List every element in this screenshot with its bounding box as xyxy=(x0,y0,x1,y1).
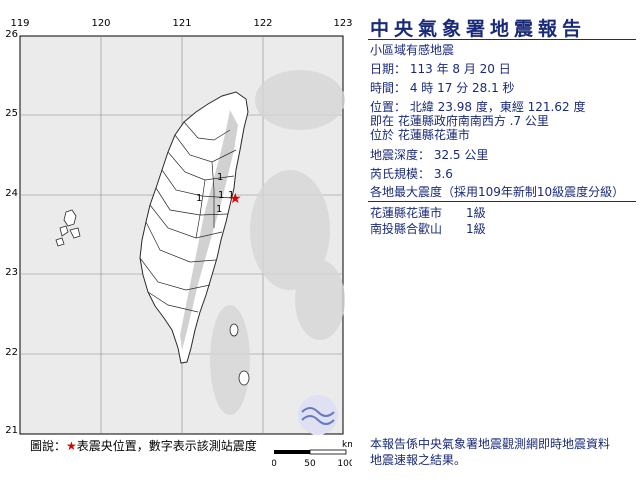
depth-label: 地震深度： xyxy=(370,148,431,162)
station-name: 南投縣合歡山 xyxy=(370,222,443,236)
magnitude-row: 芮氏規模： 3.6 xyxy=(370,165,453,182)
report-footer: 本報告係中央氣象署地震觀測網即時地震資料 地震速報之結果。 xyxy=(370,436,610,468)
station-level: 1級 xyxy=(466,222,486,236)
time-label: 時間： xyxy=(370,81,407,95)
legend-star-icon: ★ xyxy=(66,439,77,453)
intensity-marker: 1 xyxy=(216,204,222,215)
scale-tick: 50 xyxy=(304,459,316,468)
date-row: 日期： 113 年 8 月 20 日 xyxy=(370,60,511,77)
lon-tick-label: 122 xyxy=(253,18,273,29)
lon-tick-label: 123 xyxy=(333,18,353,29)
scale-bar: km 0 50 100 xyxy=(272,440,352,468)
divider xyxy=(368,39,636,40)
station-name: 花蓮縣花蓮市 xyxy=(370,206,443,220)
legend-prefix: 圖說： xyxy=(30,439,67,453)
intensity-heading: 各地最大震度（採用109年新制10級震度分級） xyxy=(370,185,625,199)
report-subtitle: 小區域有感地震 xyxy=(370,43,455,57)
scale-tick: 0 xyxy=(272,459,277,468)
lon-tick-label: 119 xyxy=(10,18,30,29)
depth-row: 地震深度： 32.5 公里 xyxy=(370,146,488,163)
lat-tick-label: 24 xyxy=(5,188,18,199)
depth-value: 32.5 公里 xyxy=(433,148,489,162)
report-title: 中央氣象署地震報告 xyxy=(370,18,587,40)
intensity-marker: 1 xyxy=(218,190,224,201)
legend-text: 表震央位置，數字表示該測站震度 xyxy=(76,439,257,453)
footer-line: 本報告係中央氣象署地震觀測網即時地震資料 xyxy=(370,437,611,451)
map-legend: 圖說：★表震央位置，數字表示該測站震度 xyxy=(30,437,257,454)
station-row: 花蓮縣花蓮市 1級 xyxy=(370,204,486,221)
footer-line: 地震速報之結果。 xyxy=(370,453,467,467)
lat-tick-label: 21 xyxy=(5,425,18,436)
intensity-marker: 1 xyxy=(217,172,223,183)
scale-tick: 100 xyxy=(337,459,352,468)
magnitude-label: 芮氏規模： xyxy=(370,167,431,181)
lat-tick-label: 26 xyxy=(5,29,18,40)
lat-tick-label: 25 xyxy=(5,108,18,119)
cwa-logo-watermark xyxy=(298,395,338,435)
magnitude-value: 3.6 xyxy=(433,167,453,181)
map-canvas: 1 1 1 1 1 ★ xyxy=(19,35,345,435)
date-label: 日期： xyxy=(370,62,407,76)
report-panel: 中央氣象署地震報告 小區域有感地震 日期： 113 年 8 月 20 日 時間：… xyxy=(368,0,640,480)
time-value: 4 時 17 分 28.1 秒 xyxy=(409,81,515,95)
intensity-marker: 1 xyxy=(196,193,202,204)
epicenter-star-icon: ★ xyxy=(229,191,242,207)
date-value: 113 年 8 月 20 日 xyxy=(409,62,511,76)
station-row: 南投縣合歡山 1級 xyxy=(370,220,486,237)
location-area: 位於 花蓮縣花蓮市 xyxy=(370,128,470,142)
lon-tick-label: 120 xyxy=(91,18,111,29)
scale-unit: km xyxy=(342,440,352,450)
epicenter-map: 1 1 1 1 1 ★ 119 120 121 122 123 26 25 24… xyxy=(0,0,365,480)
divider xyxy=(368,201,636,202)
station-level: 1級 xyxy=(466,206,486,220)
lon-tick-label: 121 xyxy=(172,18,192,29)
time-row: 時間： 4 時 17 分 28.1 秒 xyxy=(370,79,515,96)
lat-tick-label: 23 xyxy=(5,267,18,278)
lat-tick-label: 22 xyxy=(5,347,18,358)
